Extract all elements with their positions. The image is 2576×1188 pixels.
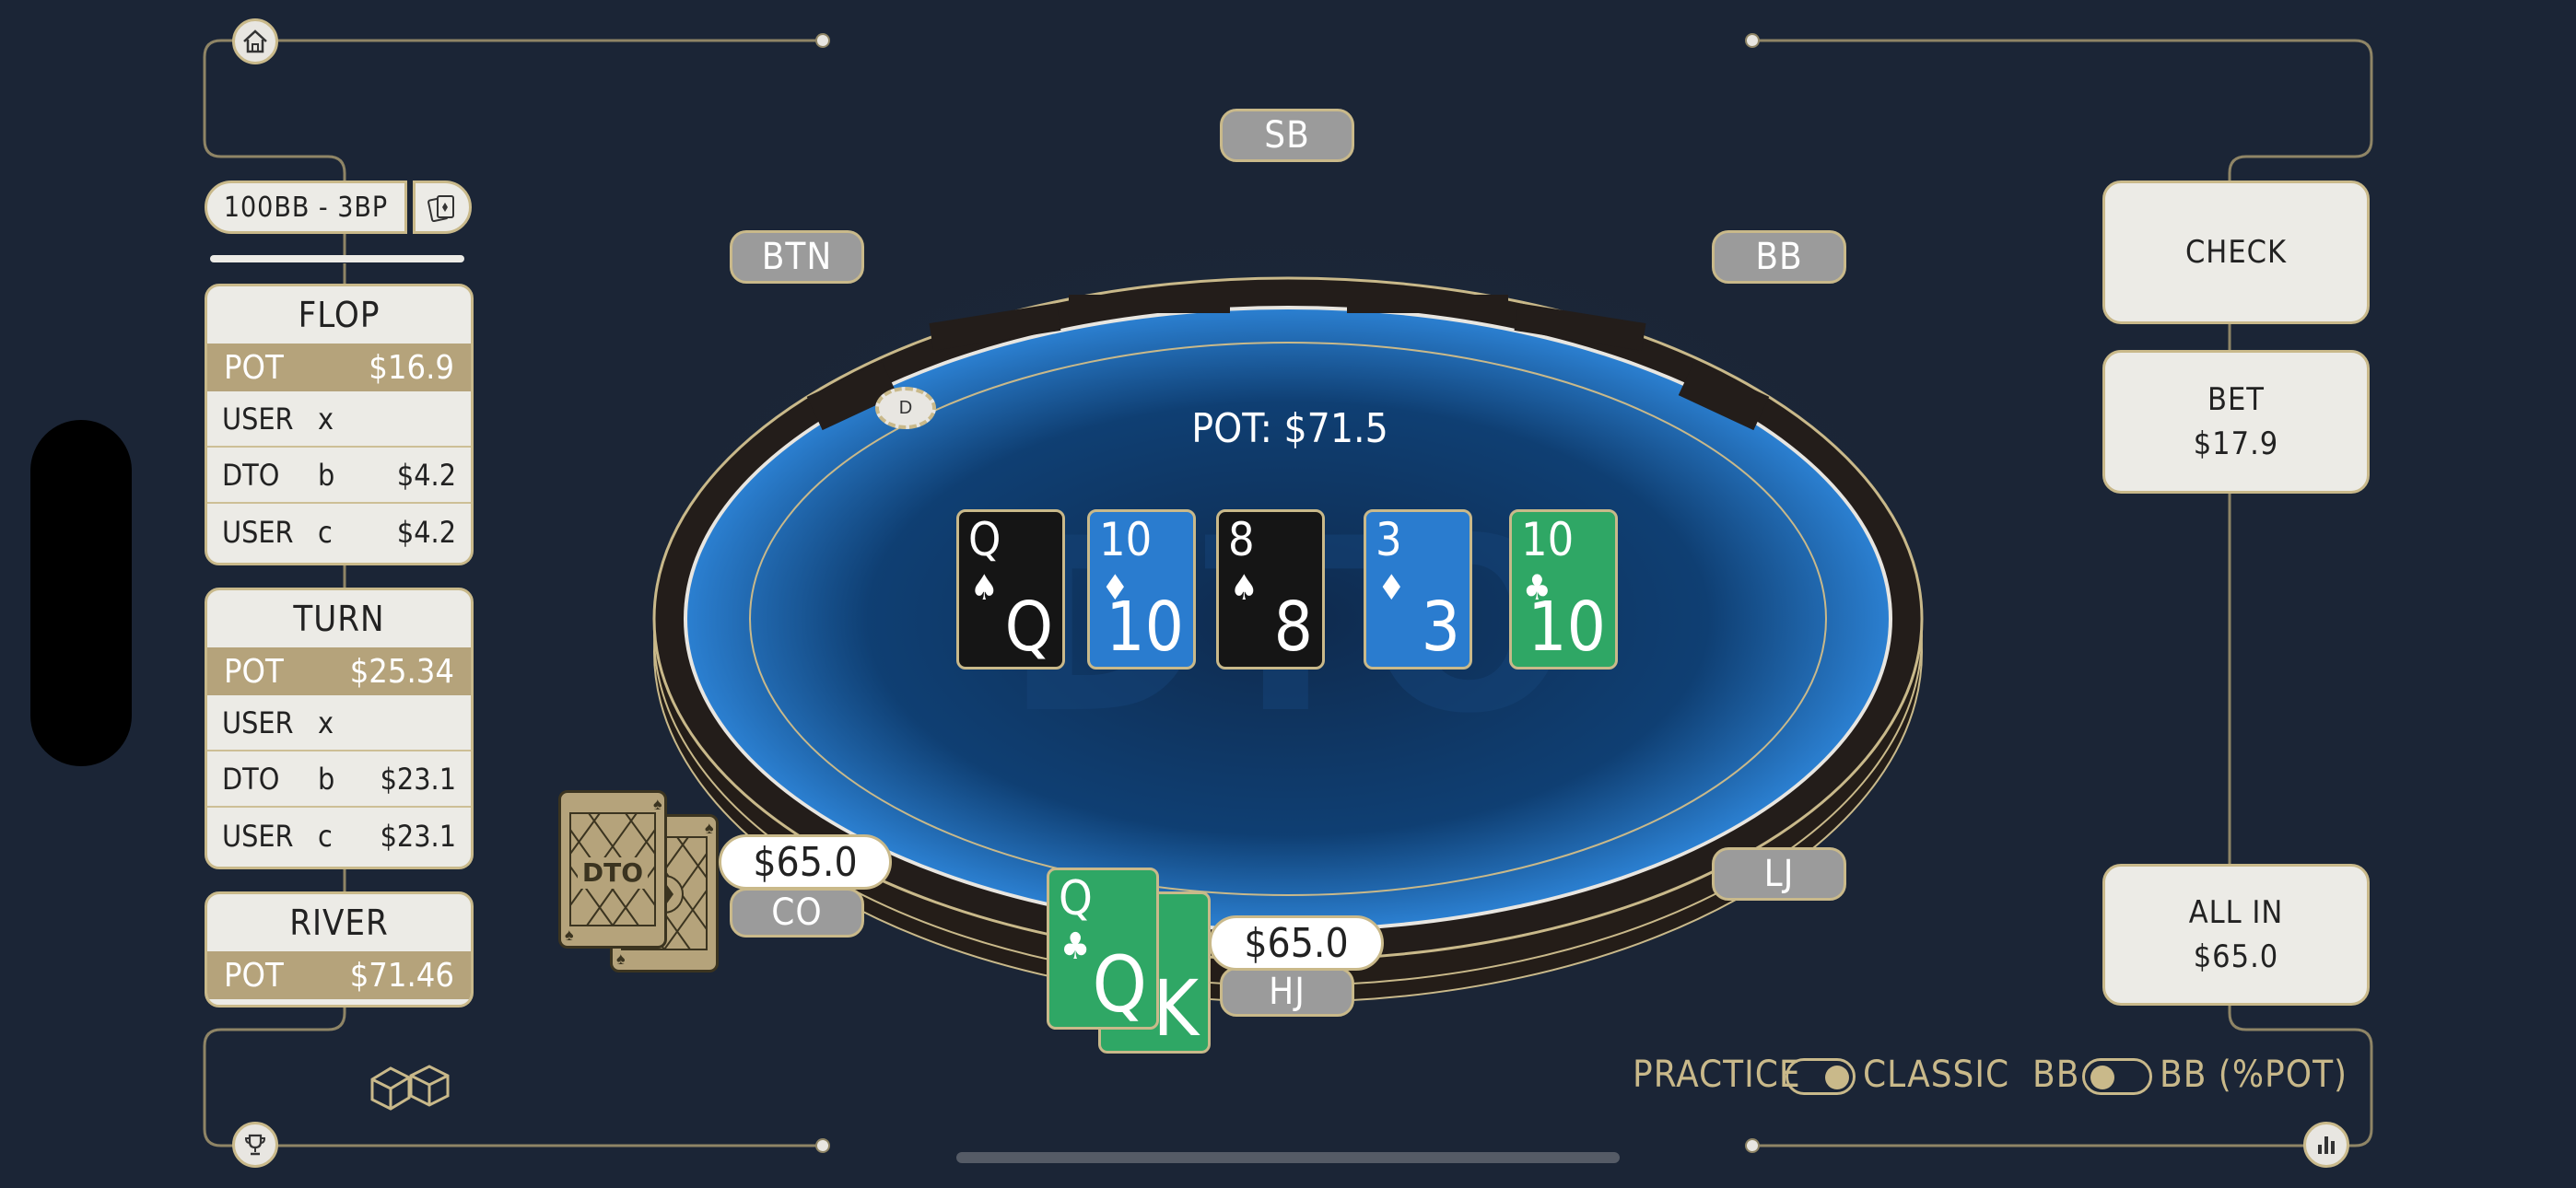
- board-card: 10 ♣ 10: [1509, 509, 1618, 670]
- seat-bb: BB: [1712, 230, 1846, 284]
- card-suit: ♦: [1377, 567, 1406, 608]
- card-rank: Q: [968, 513, 1001, 566]
- seat-label: BB: [1755, 236, 1803, 278]
- villain-stack: $65.0: [719, 834, 892, 890]
- stack-value: $65.0: [1244, 919, 1349, 967]
- seat-label: BTN: [761, 236, 833, 278]
- all-in-amount: $65.0: [2193, 938, 2279, 975]
- toggle-knob: [2090, 1066, 2114, 1089]
- seat-btn: BTN: [730, 230, 864, 284]
- card-rank: 10: [1521, 513, 1575, 566]
- card-suit: ♣: [1060, 926, 1091, 968]
- all-in-button[interactable]: ALL IN $65.0: [2102, 864, 2370, 1006]
- bb-label: BB: [2032, 1054, 2080, 1096]
- toggle-knob: [1825, 1066, 1849, 1089]
- seat-lj: LJ: [1712, 847, 1846, 901]
- check-button[interactable]: CHECK: [2102, 181, 2370, 324]
- card-rank-large: K: [1153, 963, 1199, 1054]
- table-pot: POT: $71.5: [1191, 405, 1388, 452]
- board-card: 8 ♠ 8: [1216, 509, 1325, 670]
- board-card: 10 ♦ 10: [1087, 509, 1196, 670]
- stack-value: $65.0: [753, 838, 858, 886]
- board-card: 3 ♦ 3: [1364, 509, 1472, 670]
- seat-sb: SB: [1220, 109, 1354, 162]
- card-rank: 8: [1228, 513, 1255, 566]
- card-rank-large: Q: [1004, 588, 1053, 667]
- card-suit: ♠: [1230, 567, 1259, 608]
- bet-label: BET: [2207, 381, 2265, 418]
- seat-label: SB: [1264, 114, 1310, 157]
- card-rank-large: 10: [1528, 588, 1606, 667]
- dealer-label: D: [898, 397, 913, 418]
- svg-text:♠: ♠: [616, 949, 626, 968]
- all-in-label: ALL IN: [2188, 894, 2284, 931]
- svg-text:♠: ♠: [565, 926, 574, 944]
- seat-label: HJ: [1269, 971, 1306, 1013]
- villain-card-back: DTO ♠ ♠: [558, 790, 667, 949]
- svg-text:♠: ♠: [653, 795, 662, 813]
- home-indicator: [956, 1152, 1620, 1163]
- seat-co: CO: [730, 888, 864, 938]
- seat-hj: HJ: [1220, 967, 1354, 1017]
- back-logo: DTO: [582, 857, 643, 888]
- practice-label: PRACTICE: [1633, 1054, 1801, 1096]
- unit-toggle[interactable]: [2082, 1058, 2152, 1095]
- classic-label: CLASSIC: [1863, 1054, 2010, 1096]
- mode-toggle[interactable]: [1786, 1058, 1856, 1095]
- bb-pot-label: BB (%POT): [2160, 1054, 2348, 1096]
- card-rank: 10: [1099, 513, 1153, 566]
- bet-amount: $17.9: [2193, 425, 2279, 462]
- card-rank-large: Q: [1092, 939, 1147, 1030]
- card-rank: 3: [1376, 513, 1402, 566]
- card-rank-large: 3: [1421, 588, 1460, 667]
- card-rank-large: 10: [1106, 588, 1184, 667]
- board-card: Q ♠ Q: [956, 509, 1065, 670]
- bet-button[interactable]: BET $17.9: [2102, 350, 2370, 494]
- check-label: CHECK: [2184, 234, 2288, 271]
- hero-stack: $65.0: [1209, 915, 1384, 971]
- card-suit: ♠: [970, 567, 999, 608]
- seat-label: LJ: [1763, 853, 1795, 895]
- svg-text:♠: ♠: [705, 819, 714, 837]
- dealer-button: D: [875, 387, 936, 429]
- seat-label: CO: [771, 891, 823, 934]
- hero-card: Q ♣ Q: [1047, 868, 1159, 1030]
- card-rank: Q: [1059, 871, 1093, 926]
- card-rank-large: 8: [1273, 588, 1313, 667]
